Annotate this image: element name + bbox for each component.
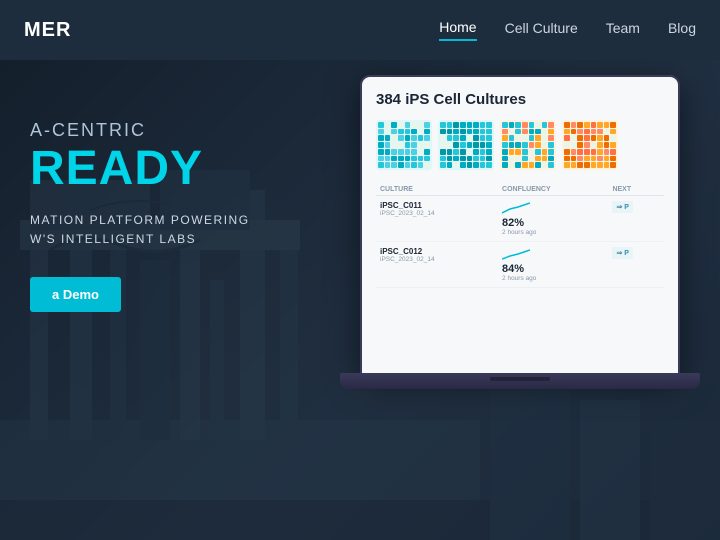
cta-button[interactable]: a Demo <box>30 277 121 312</box>
next-cell-1: ⇒ P <box>608 196 664 242</box>
logo: MER <box>24 19 71 42</box>
laptop-base <box>340 373 700 389</box>
next-badge-2: ⇒ P <box>612 247 632 259</box>
culture-grids <box>376 120 664 170</box>
hero-title: READY <box>30 145 250 193</box>
confluency-cell-1: 82% 2 hours ago <box>498 196 608 242</box>
col-culture: CULTURE <box>376 184 498 196</box>
grid-3 <box>500 120 556 170</box>
grid-1 <box>376 120 432 170</box>
confluency-cell-2: 84% 2 hours ago <box>498 242 608 288</box>
table-row: iPSC_C012 iPSC_2023_02_14 84% 2 hours ag… <box>376 242 664 288</box>
nav-home[interactable]: Home <box>439 19 476 41</box>
next-badge-1: ⇒ P <box>612 201 632 213</box>
culture-table: CULTURE CONFLUENCY NEXT iPSC_C011 iPSC_2… <box>376 184 664 288</box>
next-cell-2: ⇒ P <box>608 242 664 288</box>
nav-cell-culture[interactable]: Cell Culture <box>505 20 578 40</box>
culture-cell-1: iPSC_C011 iPSC_2023_02_14 <box>376 196 498 242</box>
navbar: MER Home Cell Culture Team Blog <box>0 0 720 60</box>
grid-4 <box>562 120 618 170</box>
dashboard-screen: 384 iPS Cell Cultures <box>362 77 678 373</box>
table-row: iPSC_C011 iPSC_2023_02_14 82% 2 hours ag… <box>376 196 664 242</box>
hero-content: A-CENTRIC READY MATION PLATFORM POWERING… <box>30 120 250 312</box>
col-next: NEXT <box>608 184 664 196</box>
trend-icon-1 <box>502 201 530 215</box>
laptop-screen: 384 iPS Cell Cultures <box>360 75 680 375</box>
hero-subtitle: A-CENTRIC <box>30 120 250 141</box>
laptop-mockup: 384 iPS Cell Cultures <box>340 75 700 455</box>
culture-cell-2: iPSC_C012 iPSC_2023_02_14 <box>376 242 498 288</box>
dashboard-title: 384 iPS Cell Cultures <box>376 91 664 108</box>
nav-links: Home Cell Culture Team Blog <box>439 19 696 41</box>
dashboard: 384 iPS Cell Cultures <box>362 77 678 373</box>
trend-icon-2 <box>502 247 530 261</box>
nav-blog[interactable]: Blog <box>668 20 696 40</box>
nav-team[interactable]: Team <box>606 20 640 40</box>
col-confluency: CONFLUENCY <box>498 184 608 196</box>
hero-description: MATION PLATFORM POWERING W'S INTELLIGENT… <box>30 211 250 249</box>
hero-section: MER Home Cell Culture Team Blog A-CENTRI… <box>0 0 720 540</box>
grid-2 <box>438 120 494 170</box>
